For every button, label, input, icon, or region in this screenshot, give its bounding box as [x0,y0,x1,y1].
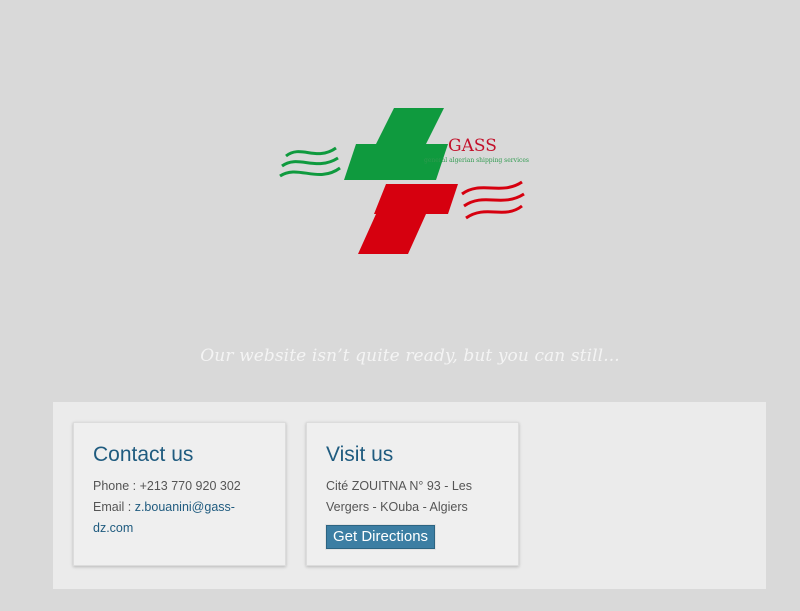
info-panel: Contact us Phone : +213 770 920 302 Emai… [53,402,766,589]
green-wave-icon [279,146,341,178]
phone-value: +213 770 920 302 [139,479,241,493]
logo-subtitle: general algerian shipping services [424,157,529,164]
tagline: Our website isn’t quite ready, but you c… [200,346,620,366]
contact-card: Contact us Phone : +213 770 920 302 Emai… [73,422,286,566]
email-label: Email : [93,500,135,514]
phone-label: Phone : [93,479,140,493]
address-text: Cité ZOUITNA N° 93 - Les Vergers - KOuba … [326,479,473,514]
contact-title: Contact us [93,443,194,466]
gass-logo: GASS general algerian shipping services [276,104,531,259]
visit-card: Visit us Cité ZOUITNA N° 93 - Les Vergers… [306,422,519,566]
contact-phone-line: Phone : +213 770 920 302 [93,476,266,497]
contact-email-line: Email : z.bouanini@gass-dz.com [93,497,266,539]
red-wave-icon [461,180,525,220]
green-cross-icon [344,108,448,180]
get-directions-button[interactable]: Get Directions [326,525,436,549]
logo-name: GASS [448,136,497,156]
red-cross-icon [358,184,458,254]
visit-title: Visit us [326,443,394,466]
